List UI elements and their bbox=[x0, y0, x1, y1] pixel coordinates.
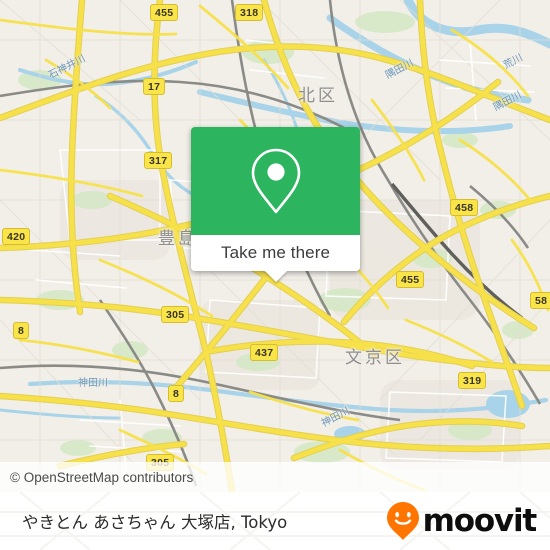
road-shield[interactable]: 319 bbox=[458, 372, 487, 389]
moovit-wordmark: moovit bbox=[422, 502, 538, 539]
place-title: やきとん あさちゃん 大塚店, Tokyo bbox=[22, 513, 288, 532]
map-label-ward: 北区 bbox=[298, 86, 338, 106]
map-attribution-bar: © OpenStreetMap contributors bbox=[0, 462, 550, 492]
road-shield[interactable]: 58 bbox=[530, 292, 550, 309]
road-shield[interactable]: 17 bbox=[143, 78, 166, 95]
callout-pointer-tip bbox=[264, 271, 287, 282]
road-shield[interactable]: 420 bbox=[2, 228, 31, 245]
road-shield[interactable]: 318 bbox=[235, 4, 264, 21]
moovit-logo[interactable]: moovit bbox=[386, 501, 550, 541]
road-shield[interactable]: 458 bbox=[450, 199, 479, 216]
road-shield[interactable]: 305 bbox=[161, 306, 190, 323]
map-label-river: 神田川 bbox=[78, 378, 108, 389]
moovit-smiley-pin-icon bbox=[386, 502, 419, 540]
location-callout-card[interactable]: Take me there bbox=[191, 127, 360, 282]
road-shield[interactable]: 437 bbox=[250, 344, 279, 361]
map-label-ward: 文京区 bbox=[345, 348, 405, 368]
footer-bar: やきとん あさちゃん 大塚店, Tokyo moovit bbox=[0, 492, 550, 550]
callout-icon-panel bbox=[191, 127, 360, 235]
map-canvas[interactable]: .w { stroke:#a8d3e8; fill:none; stroke-l… bbox=[0, 0, 550, 492]
road-shield[interactable]: 8 bbox=[13, 322, 30, 339]
road-shield[interactable]: 8 bbox=[168, 385, 185, 402]
location-pin-icon bbox=[251, 148, 300, 214]
map-page: .w { stroke:#a8d3e8; fill:none; stroke-l… bbox=[0, 0, 550, 550]
openstreetmap-attribution[interactable]: © OpenStreetMap contributors bbox=[0, 470, 193, 485]
road-shield[interactable]: 455 bbox=[150, 4, 179, 21]
road-shield[interactable]: 317 bbox=[144, 152, 173, 169]
road-shield[interactable]: 455 bbox=[396, 271, 425, 288]
take-me-there-button[interactable]: Take me there bbox=[221, 243, 330, 263]
callout-action-panel[interactable]: Take me there bbox=[191, 235, 360, 282]
